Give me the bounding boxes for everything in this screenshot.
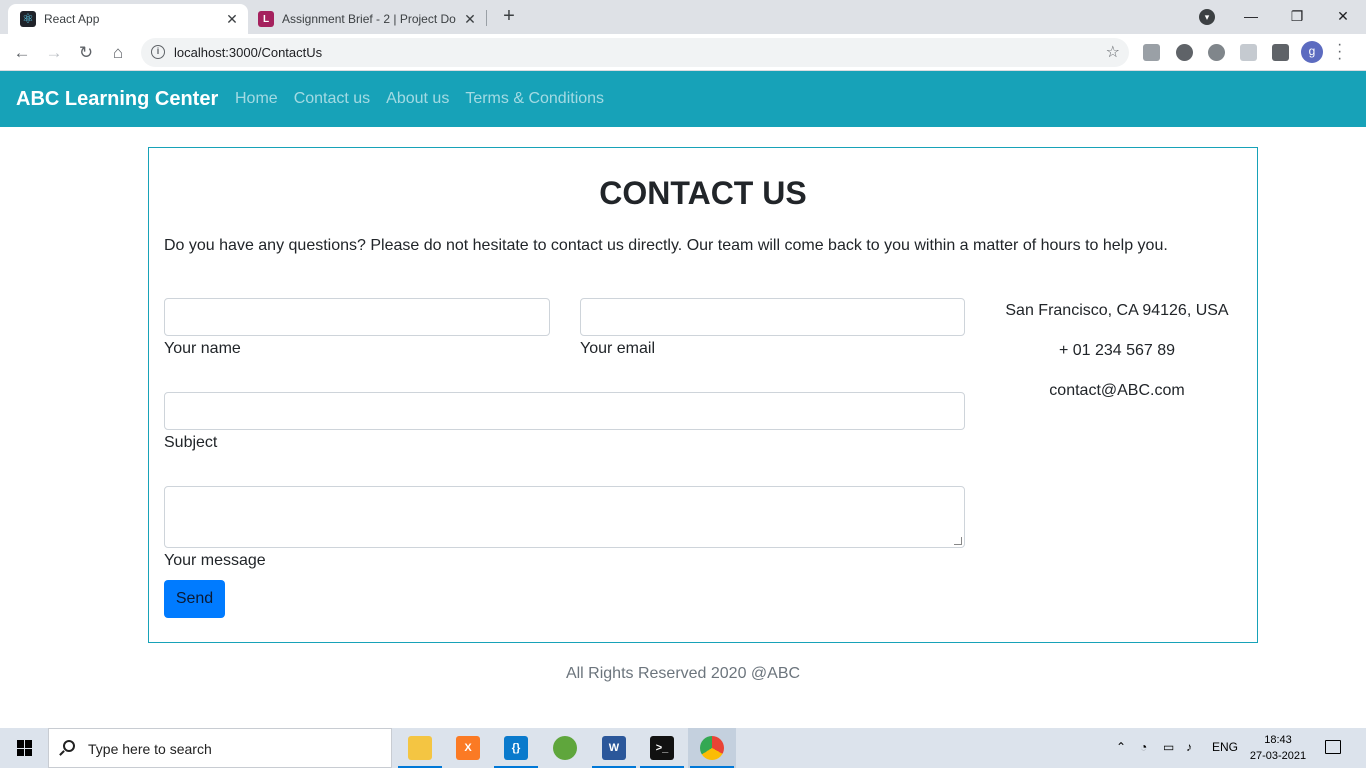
word-icon[interactable]: W bbox=[590, 728, 638, 768]
close-icon[interactable]: ✕ bbox=[460, 11, 480, 28]
wifi-icon[interactable]: ◔ bbox=[1140, 740, 1147, 754]
tab-assignment-brief[interactable]: L Assignment Brief - 2 | Project Do ✕ bbox=[250, 4, 486, 34]
terminal-icon[interactable]: >_ bbox=[638, 728, 686, 768]
brand-logo[interactable]: ABC Learning Center bbox=[16, 88, 218, 111]
browser-tab-bar: ⚛ React App ✕ L Assignment Brief - 2 | P… bbox=[0, 0, 1366, 34]
url-text[interactable]: localhost:3000/ContactUs bbox=[174, 45, 322, 60]
intro-text: Do you have any questions? Please do not… bbox=[164, 237, 1168, 254]
windows-logo-icon bbox=[17, 740, 33, 756]
site-navbar: ABC Learning Center Home Contact us Abou… bbox=[0, 71, 1366, 127]
tab-react-app[interactable]: ⚛ React App ✕ bbox=[8, 4, 248, 34]
send-button[interactable]: Send bbox=[164, 580, 225, 618]
minimize-icon[interactable]: — bbox=[1228, 4, 1274, 30]
extension-icon[interactable] bbox=[1208, 44, 1225, 61]
phone-text: + 01 234 567 89 bbox=[1058, 342, 1176, 359]
react-logo-icon: ⚛ bbox=[20, 11, 36, 27]
l-favicon-icon: L bbox=[258, 11, 274, 27]
tab-search-dropdown-icon[interactable]: ▾ bbox=[1199, 9, 1215, 25]
search-placeholder: Type here to search bbox=[88, 741, 212, 757]
email-input[interactable] bbox=[580, 298, 965, 336]
chrome-icon[interactable] bbox=[688, 728, 736, 768]
windows-taskbar: Type here to search X {} W >_ ⌃ ◔ ▭ ♪ EN… bbox=[0, 728, 1366, 768]
puzzle-extensions-icon[interactable] bbox=[1272, 44, 1289, 61]
start-button[interactable] bbox=[0, 728, 48, 768]
bookmark-star-icon[interactable]: ☆ bbox=[1106, 42, 1120, 62]
clock-date: 27-03-2021 bbox=[1249, 750, 1307, 762]
page-title: CONTACT US bbox=[599, 175, 807, 211]
reload-icon[interactable]: ↻ bbox=[73, 40, 99, 66]
kebab-menu-icon[interactable]: · · · bbox=[1337, 37, 1342, 67]
back-arrow-icon[interactable]: ← bbox=[9, 40, 35, 66]
chevron-up-icon[interactable]: ⌃ bbox=[1116, 740, 1126, 754]
spring-tools-icon[interactable] bbox=[541, 728, 589, 768]
email-text: contact@ABC.com bbox=[1049, 382, 1185, 399]
nav-link-about[interactable]: About us bbox=[386, 90, 449, 108]
vscode-icon[interactable]: {} bbox=[492, 728, 540, 768]
restore-icon[interactable]: ❐ bbox=[1274, 4, 1320, 30]
name-label: Your name bbox=[164, 340, 241, 357]
system-clock[interactable]: 18:43 27-03-2021 bbox=[1248, 732, 1308, 764]
window-close-icon[interactable]: ✕ bbox=[1320, 4, 1366, 30]
forward-arrow-icon[interactable]: → bbox=[41, 40, 67, 66]
subject-label: Subject bbox=[164, 434, 218, 451]
address-bar[interactable]: i localhost:3000/ContactUs ☆ bbox=[141, 38, 1129, 67]
message-label: Your message bbox=[164, 552, 266, 569]
tab-separator bbox=[486, 10, 487, 26]
close-icon[interactable]: ✕ bbox=[222, 11, 242, 28]
browser-toolbar: ← → ↻ ⌂ i localhost:3000/ContactUs ☆ g ·… bbox=[0, 34, 1366, 71]
page-footer: All Rights Reserved 2020 @ABC bbox=[565, 665, 801, 682]
name-input[interactable] bbox=[164, 298, 550, 336]
tab-title: React App bbox=[44, 12, 100, 26]
volume-icon[interactable]: ♪ bbox=[1186, 740, 1192, 754]
cast-icon[interactable] bbox=[1240, 44, 1257, 61]
xampp-icon[interactable]: X bbox=[444, 728, 492, 768]
battery-icon[interactable]: ▭ bbox=[1163, 740, 1174, 754]
subject-input[interactable] bbox=[164, 392, 965, 430]
clock-time: 18:43 bbox=[1264, 734, 1292, 746]
home-icon[interactable]: ⌂ bbox=[105, 40, 131, 66]
tab-title: Assignment Brief - 2 | Project Do bbox=[282, 12, 456, 26]
extension-icon[interactable] bbox=[1176, 44, 1193, 61]
taskbar-search[interactable]: Type here to search bbox=[48, 728, 392, 768]
nav-link-terms[interactable]: Terms & Conditions bbox=[465, 90, 604, 108]
extension-icon[interactable] bbox=[1143, 44, 1160, 61]
notification-center-icon[interactable] bbox=[1325, 740, 1341, 754]
file-explorer-icon[interactable] bbox=[396, 728, 444, 768]
profile-avatar[interactable]: g bbox=[1301, 41, 1323, 63]
nav-link-contact[interactable]: Contact us bbox=[294, 90, 370, 108]
language-indicator[interactable]: ENG bbox=[1212, 740, 1238, 754]
info-icon[interactable]: i bbox=[151, 45, 165, 59]
new-tab-plus-icon[interactable]: + bbox=[498, 6, 520, 28]
nav-link-home[interactable]: Home bbox=[235, 90, 278, 108]
email-label: Your email bbox=[580, 340, 656, 357]
search-icon bbox=[63, 740, 75, 752]
contact-card: CONTACT US Do you have any questions? Pl… bbox=[148, 147, 1258, 643]
resize-handle-icon[interactable] bbox=[954, 537, 962, 545]
nav-links: Home Contact us About us Terms & Conditi… bbox=[235, 90, 620, 108]
message-textarea[interactable] bbox=[164, 486, 965, 548]
address-text: San Francisco, CA 94126, USA bbox=[1005, 302, 1229, 319]
